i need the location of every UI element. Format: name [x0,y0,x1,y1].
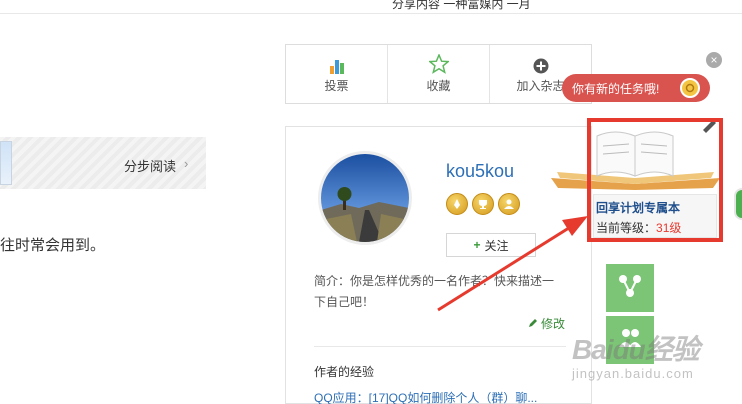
article-area: 分步阅读 › 往时常会用到。 [0,15,282,404]
share-icon [617,273,643,304]
watermark-url: jingyan.baidu.com [572,366,694,381]
watermark-logo: Baidu经验 [572,334,700,365]
favorite-label: 收藏 [426,79,451,93]
author-username[interactable]: kou5kou [446,161,514,182]
bar-chart-icon [329,54,345,74]
star-icon [428,54,449,74]
vote-button[interactable]: 投票 [286,45,388,103]
action-bar: 投票 收藏 加入杂志 [285,44,592,104]
plus-circle-icon [533,54,549,74]
step-thumbnail[interactable] [0,141,12,185]
side-float-button[interactable] [734,188,742,220]
step-read-card[interactable]: 分步阅读 › [0,137,206,189]
user-badge-icon[interactable] [498,193,520,215]
add-magazine-label: 加入杂志 [516,79,565,93]
avatar[interactable] [318,151,412,245]
chevron-right-icon: › [184,156,189,171]
badge-row [446,193,520,215]
follow-label: 关注 [484,238,509,253]
bubble-text: 你有新的任务哦! [572,81,660,96]
trophy-badge-icon[interactable] [472,193,494,215]
share-tile[interactable] [606,264,654,312]
coin-icon [680,78,700,98]
step-read-label[interactable]: 分步阅读 [124,156,176,175]
author-intro: 简介：你是怎样优秀的一名作者？快来描述一下自己吧！ [314,274,555,309]
article-body-text: 往时常会用到。 [0,237,106,254]
task-popup[interactable]: 回享计划专属本 当前等级：31级 [543,104,728,246]
experience-heading: 作者的经验 [314,365,375,379]
follow-button[interactable]: + 关注 [446,233,536,257]
level-info: 回享计划专属本 当前等级：31级 [593,194,717,238]
favorite-button[interactable]: 收藏 [388,45,490,103]
level-label: 当前等级： [596,221,657,235]
level-line: 当前等级：31级 [596,219,681,236]
close-icon[interactable]: × [706,52,722,68]
vote-label: 投票 [324,79,349,93]
level-value: 31级 [656,221,682,235]
top-strip: 分享内容 一种富媒内 一月 [0,0,742,14]
popup-title: 回享计划专属本 [596,201,681,215]
baidu-watermark: Baidu经验 jingyan.baidu.com [560,328,710,388]
top-strip-text: 分享内容 一种富媒内 一月 [392,0,531,11]
pen-badge-icon[interactable] [446,193,468,215]
divider [314,346,566,347]
task-notification-bubble[interactable]: 你有新的任务哦! [562,74,710,102]
pencil-icon [528,317,538,331]
plus-icon: + [473,238,481,252]
experience-link[interactable]: QQ应用：[17]QQ如何删除个人（群）聊... [314,389,537,404]
